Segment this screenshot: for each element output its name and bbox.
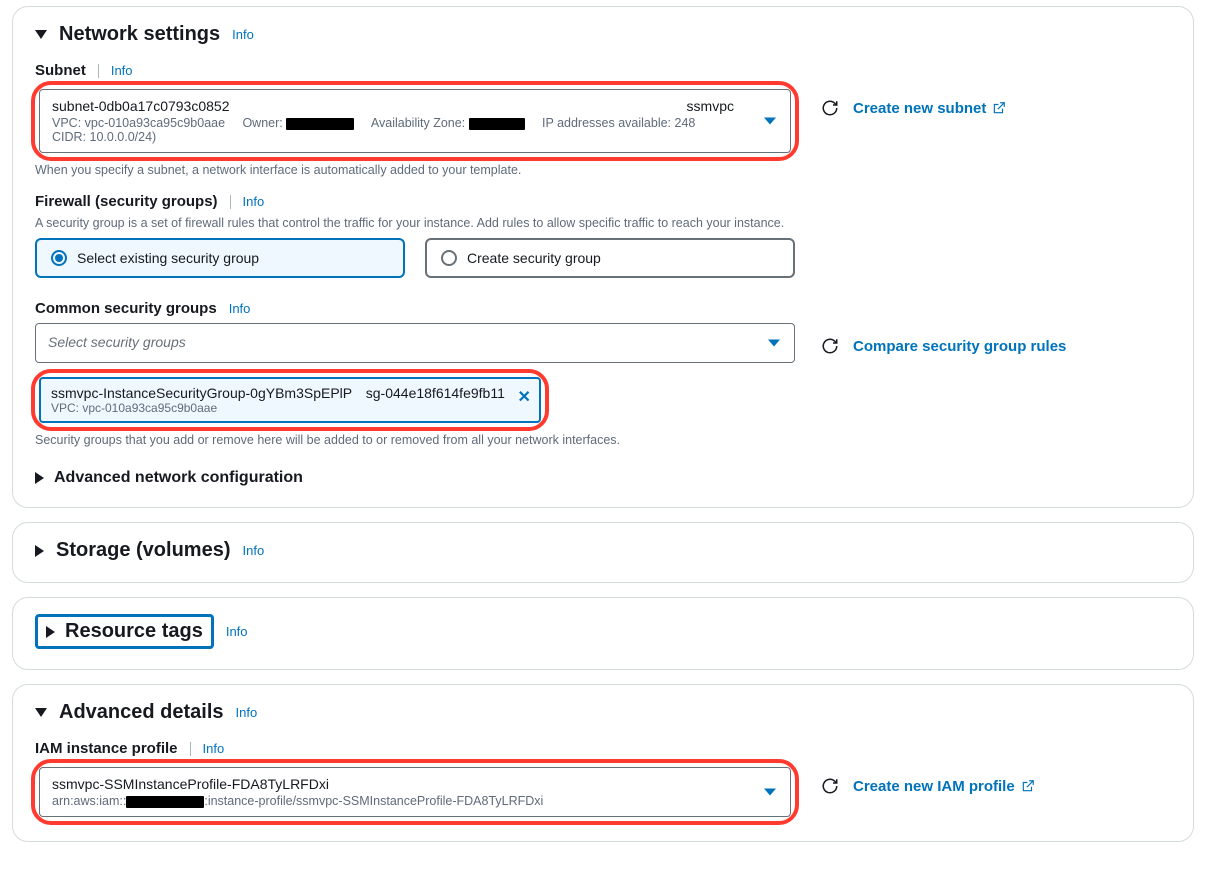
- vpc-prefix: VPC:: [52, 116, 85, 130]
- iam-highlight: ssmvpc-SSMInstanceProfile-FDA8TyLRFDxi a…: [31, 759, 799, 825]
- resource-tags-highlight: Resource tags: [35, 614, 214, 649]
- subnet-details: VPC: vpc-010a93ca95c9b0aae Owner: Availa…: [52, 116, 754, 144]
- advanced-network-toggle[interactable]: Advanced network configuration: [35, 469, 1171, 487]
- refresh-icon[interactable]: [821, 337, 839, 355]
- advanced-details-header[interactable]: Advanced details Info: [35, 701, 1171, 724]
- refresh-icon[interactable]: [821, 777, 839, 795]
- caret-down-icon: [35, 30, 47, 39]
- network-settings-title: Network settings: [59, 23, 220, 46]
- advanced-network-label: Advanced network configuration: [54, 469, 303, 487]
- storage-title: Storage (volumes): [56, 539, 230, 562]
- subnet-highlight: subnet-0db0a17c0793c0852 ssmvpc VPC: vpc…: [31, 81, 799, 161]
- common-sg-placeholder: Select security groups: [48, 334, 186, 350]
- refresh-icon[interactable]: [821, 99, 839, 117]
- subnet-label-row: Subnet Info: [35, 62, 1171, 79]
- subnet-helper: When you specify a subnet, a network int…: [35, 163, 1171, 177]
- subnet-nickname: ssmvpc: [687, 98, 734, 114]
- firewall-label-row: Firewall (security groups) Info: [35, 193, 1171, 210]
- subnet-select[interactable]: subnet-0db0a17c0793c0852 ssmvpc VPC: vpc…: [39, 89, 791, 153]
- info-link[interactable]: Info: [229, 301, 251, 316]
- create-subnet-text: Create new subnet: [853, 100, 986, 117]
- subnet-id: subnet-0db0a17c0793c0852: [52, 98, 230, 114]
- sg-chip: ssmvpc-InstanceSecurityGroup-0gYBm3SpEPl…: [39, 377, 541, 423]
- arn-prefix: arn:aws:iam::: [52, 794, 126, 808]
- radio-existing-sg[interactable]: Select existing security group: [35, 238, 405, 278]
- iam-profile-arn: arn:aws:iam:::instance-profile/ssmvpc-SS…: [52, 794, 754, 808]
- external-link-icon: [992, 101, 1006, 115]
- resource-tags-title: Resource tags: [65, 620, 203, 643]
- divider: [98, 64, 99, 78]
- sg-chip-highlight: ssmvpc-InstanceSecurityGroup-0gYBm3SpEPl…: [31, 369, 549, 431]
- sg-id: sg-044e18f614fe9fb11: [366, 385, 505, 401]
- firewall-helper: A security group is a set of firewall ru…: [35, 216, 1171, 230]
- chevron-down-icon: [764, 789, 776, 796]
- chevron-down-icon: [768, 340, 780, 347]
- info-link[interactable]: Info: [111, 63, 133, 78]
- vpc-id: vpc-010a93ca95c9b0aae: [85, 116, 225, 130]
- common-sg-label-row: Common security groups Info: [35, 300, 1171, 317]
- cidr-prefix: CIDR:: [52, 130, 90, 144]
- firewall-label: Firewall (security groups): [35, 193, 218, 210]
- subnet-label: Subnet: [35, 62, 86, 79]
- info-link[interactable]: Info: [226, 624, 248, 639]
- caret-down-icon: [35, 708, 47, 717]
- owner-prefix: Owner:: [242, 116, 286, 130]
- common-sg-helper: Security groups that you add or remove h…: [35, 433, 795, 447]
- info-link[interactable]: Info: [232, 27, 254, 42]
- radio-icon: [441, 250, 457, 266]
- info-link[interactable]: Info: [236, 705, 258, 720]
- ip-avail: 248: [675, 116, 696, 130]
- redacted-az: [469, 118, 525, 130]
- network-settings-header[interactable]: Network settings Info: [35, 23, 1171, 46]
- radio-label: Create security group: [467, 250, 601, 266]
- caret-right-icon: [46, 626, 55, 638]
- sg-name: ssmvpc-InstanceSecurityGroup-0gYBm3SpEPl…: [51, 385, 352, 401]
- network-settings-panel: Network settings Info Subnet Info subnet…: [12, 6, 1194, 508]
- caret-right-icon: [35, 472, 44, 484]
- radio-icon: [51, 250, 67, 266]
- create-iam-text: Create new IAM profile: [853, 778, 1015, 795]
- compare-sg-link[interactable]: Compare security group rules: [853, 338, 1066, 355]
- close-icon[interactable]: ✕: [517, 387, 530, 407]
- radio-label: Select existing security group: [77, 250, 259, 266]
- iam-label-row: IAM instance profile Info: [35, 740, 1171, 757]
- resource-tags-header[interactable]: Resource tags Info: [35, 614, 1171, 649]
- redacted-owner: [286, 118, 354, 130]
- cidr: 10.0.0.0/24): [90, 130, 157, 144]
- arn-suffix: :instance-profile/ssmvpc-SSMInstanceProf…: [204, 794, 543, 808]
- iam-profile-select[interactable]: ssmvpc-SSMInstanceProfile-FDA8TyLRFDxi a…: [39, 767, 791, 817]
- redacted-account: [126, 796, 204, 808]
- sg-vpc: VPC: vpc-010a93ca95c9b0aae: [51, 401, 505, 415]
- resource-tags-panel: Resource tags Info: [12, 597, 1194, 670]
- storage-header[interactable]: Storage (volumes) Info: [35, 539, 1171, 562]
- iam-label: IAM instance profile: [35, 740, 178, 757]
- advanced-details-title: Advanced details: [59, 701, 224, 724]
- advanced-details-panel: Advanced details Info IAM instance profi…: [12, 684, 1194, 842]
- az-prefix: Availability Zone:: [371, 116, 469, 130]
- divider: [230, 195, 231, 209]
- info-link[interactable]: Info: [243, 194, 265, 209]
- iam-profile-name: ssmvpc-SSMInstanceProfile-FDA8TyLRFDxi: [52, 776, 754, 792]
- create-subnet-link[interactable]: Create new subnet: [853, 100, 1006, 117]
- divider: [190, 742, 191, 756]
- create-iam-link[interactable]: Create new IAM profile: [853, 778, 1035, 795]
- chevron-down-icon: [764, 118, 776, 125]
- common-sg-select[interactable]: Select security groups: [35, 323, 795, 363]
- common-sg-label: Common security groups: [35, 300, 217, 317]
- radio-create-sg[interactable]: Create security group: [425, 238, 795, 278]
- external-link-icon: [1021, 779, 1035, 793]
- caret-right-icon: [35, 545, 44, 557]
- ip-avail-prefix: IP addresses available:: [542, 116, 675, 130]
- info-link[interactable]: Info: [242, 543, 264, 558]
- info-link[interactable]: Info: [203, 741, 225, 756]
- storage-panel: Storage (volumes) Info: [12, 522, 1194, 583]
